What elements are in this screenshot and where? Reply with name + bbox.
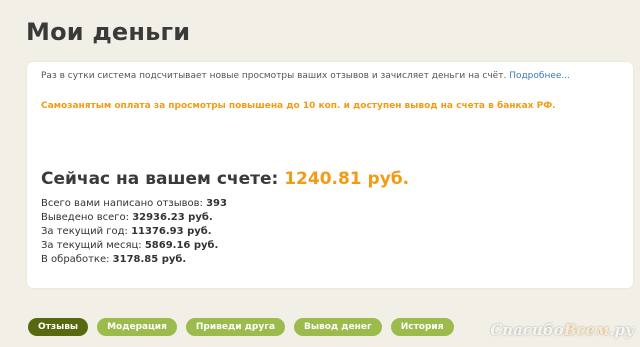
stat-row-processing: В обработке: 3178.85 руб. (41, 253, 227, 267)
stat-value: 5869.16 руб. (144, 240, 219, 251)
stat-label: За текущий месяц: (41, 240, 142, 251)
balance-amount: 1240.81 руб. (284, 169, 410, 189)
more-link[interactable]: Подробнее... (509, 71, 570, 81)
tab-history[interactable]: История (390, 318, 454, 336)
stat-row-withdrawn: Выведено всего: 32936.23 руб. (41, 211, 227, 225)
stat-row-year: За текущий год: 11376.93 руб. (41, 225, 227, 239)
stat-label: В обработке: (41, 254, 110, 265)
tab-invite-friend[interactable]: Приведи друга (185, 318, 286, 336)
info-text: Раз в сутки система подсчитывает новые п… (41, 71, 507, 81)
stat-value: 3178.85 руб. (112, 254, 187, 265)
tab-withdraw[interactable]: Вывод денег (294, 318, 382, 336)
tab-moderation[interactable]: Модерация (97, 318, 177, 336)
stat-value: 32936.23 руб. (132, 212, 213, 223)
stat-label: Всего вами написано отзывов: (41, 198, 203, 209)
balance-heading: Сейчас на вашем счете: 1240.81 руб. (41, 169, 409, 189)
watermark-part3: .ру (609, 321, 634, 339)
info-notice: Раз в сутки система подсчитывает новые п… (41, 71, 570, 81)
stat-value: 393 (206, 198, 227, 209)
balance-card: Раз в сутки система подсчитывает новые п… (27, 62, 633, 288)
stat-row-reviews: Всего вами написано отзывов: 393 (41, 197, 227, 211)
site-watermark: СпасибоВсем.ру (490, 321, 634, 339)
stat-row-month: За текущий месяц: 5869.16 руб. (41, 239, 227, 253)
stats-list: Всего вами написано отзывов: 393 Выведен… (41, 197, 227, 267)
page-title: Мои деньги (26, 18, 191, 46)
stat-label: Выведено всего: (41, 212, 129, 223)
promo-notice: Самозанятым оплата за просмотры повышена… (41, 101, 556, 111)
watermark-part1: Спасибо (490, 321, 564, 339)
stat-label: За текущий год: (41, 226, 128, 237)
stat-value: 11376.93 руб. (131, 226, 212, 237)
balance-label: Сейчас на вашем счете: (41, 169, 279, 189)
tab-reviews[interactable]: Отзывы (28, 318, 89, 336)
watermark-part2: Всем (563, 321, 610, 339)
section-tabs: Отзывы Модерация Приведи друга Вывод ден… (28, 318, 454, 336)
